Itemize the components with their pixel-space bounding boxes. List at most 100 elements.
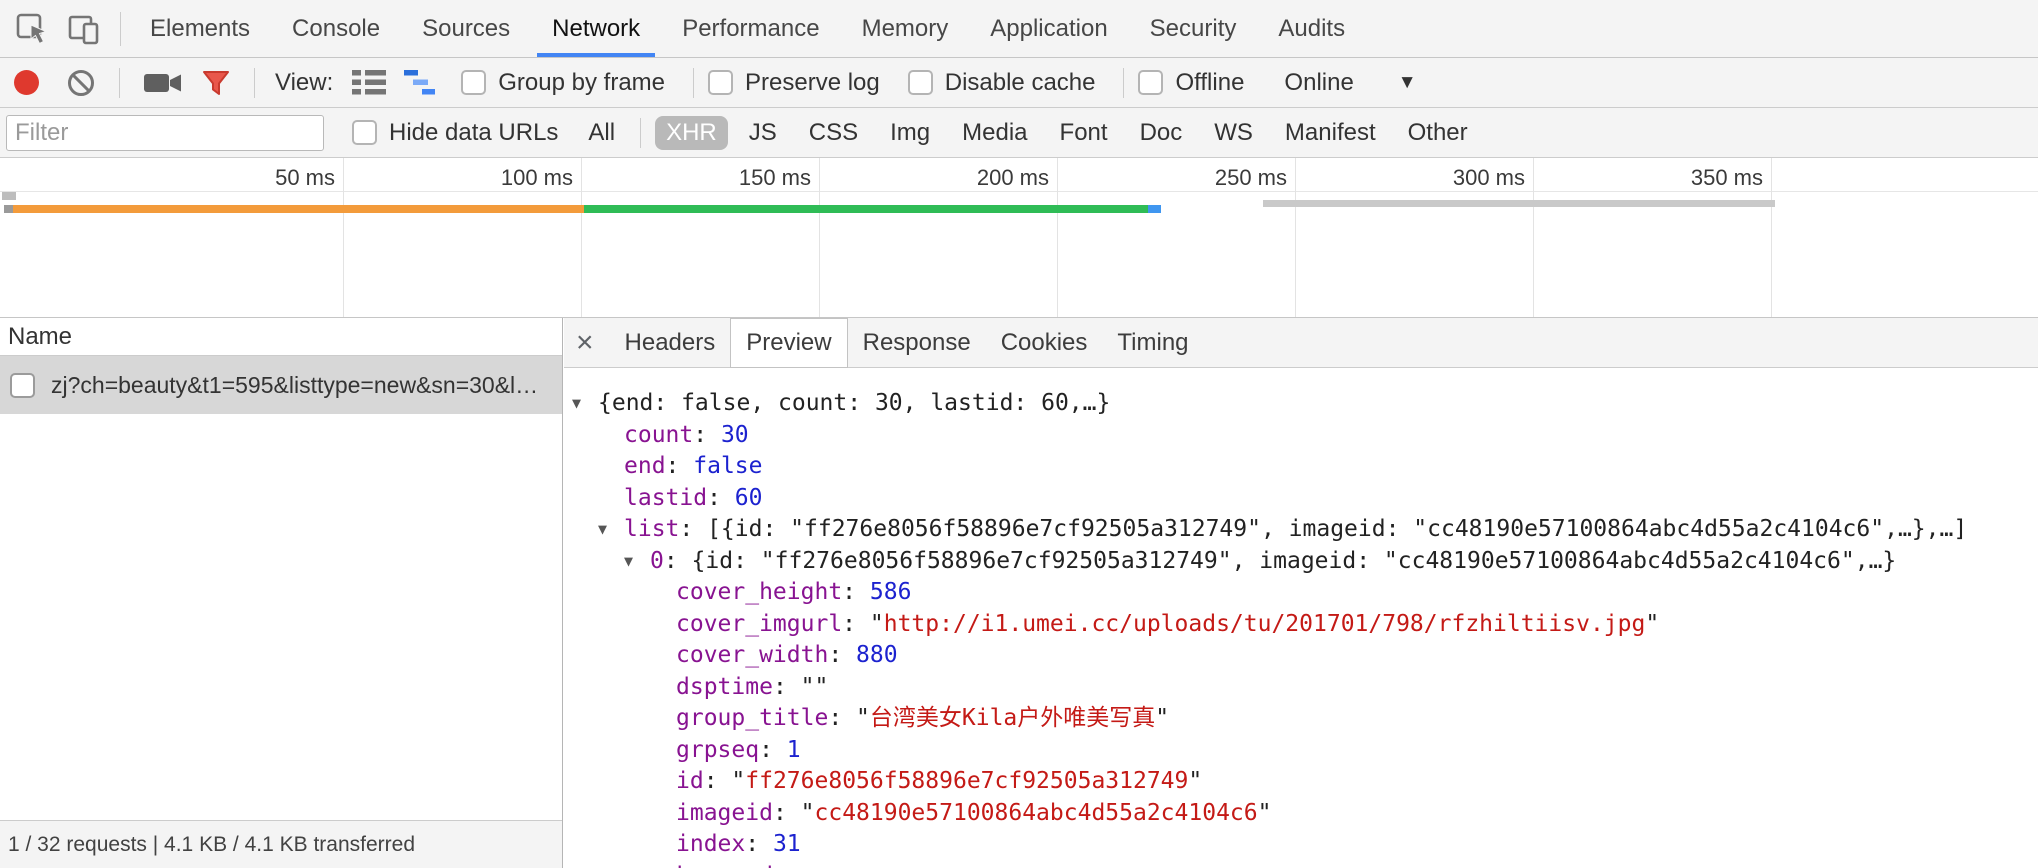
- detail-tab-preview[interactable]: Preview: [730, 318, 847, 368]
- timeline-gridline: [343, 158, 344, 317]
- preserve-log-checkbox[interactable]: [708, 70, 733, 95]
- chevron-down-icon[interactable]: ▼: [1398, 72, 1417, 94]
- tab-memory[interactable]: Memory: [841, 0, 970, 57]
- json-quote: ": [1258, 800, 1272, 826]
- preserve-log-label: Preserve log: [745, 69, 880, 97]
- end-tip-blue: [1148, 205, 1161, 213]
- json-number: 880: [856, 642, 898, 668]
- network-overview[interactable]: 50 ms100 ms150 ms200 ms250 ms300 ms350 m…: [0, 158, 2038, 318]
- filter-type-font[interactable]: Font: [1049, 116, 1119, 150]
- preview-line: imageid: "cc48190e57100864abc4d55a2c4104…: [564, 798, 2038, 830]
- preview-line: cover_width: 880: [564, 640, 2038, 672]
- large-rows-view-icon[interactable]: [352, 69, 386, 96]
- disclosure-triangle-icon[interactable]: ▼: [624, 546, 650, 578]
- request-name: zj?ch=beauty&t1=595&listtype=new&sn=30&l…: [51, 372, 538, 399]
- json-number: 30: [721, 422, 749, 448]
- name-column-header[interactable]: Name: [0, 318, 562, 356]
- json-key: grpseq: [676, 737, 759, 763]
- json-key: list: [624, 516, 679, 542]
- timeline-gridline: [1057, 158, 1058, 317]
- toolbar-separator: [254, 68, 255, 98]
- tab-elements[interactable]: Elements: [129, 0, 271, 57]
- timeline-gridline: [581, 158, 582, 317]
- json-plain: :: [842, 611, 870, 637]
- later-request-bar-gray: [1263, 200, 1775, 207]
- json-number: 60: [735, 485, 763, 511]
- json-quote: ": [1645, 611, 1659, 637]
- json-quote: ": [1188, 768, 1202, 794]
- json-plain: :: [828, 705, 856, 731]
- devtools-window: ElementsConsoleSourcesNetworkPerformance…: [0, 0, 2038, 868]
- request-row-checkbox[interactable]: [10, 373, 35, 398]
- json-key: id: [676, 768, 704, 794]
- preview-line: lastid: 60: [564, 483, 2038, 515]
- json-key: lastid: [624, 485, 707, 511]
- preview-line: cover_height: 586: [564, 577, 2038, 609]
- filter-type-all[interactable]: All: [577, 116, 626, 150]
- filter-bar: Hide data URLs All XHR JS CSS Img Media Font Do…: [0, 108, 2038, 158]
- tabbar-left-icons: [0, 11, 129, 47]
- device-toolbar-icon[interactable]: [66, 11, 102, 47]
- json-key: cover_height: [676, 579, 842, 605]
- detail-tab-cookies[interactable]: Cookies: [986, 318, 1103, 368]
- disclosure-triangle-icon[interactable]: ▼: [598, 514, 624, 546]
- timeline-tick-label: 300 ms: [1375, 165, 1525, 191]
- inspect-element-icon[interactable]: [14, 11, 50, 47]
- filter-type-media[interactable]: Media: [951, 116, 1038, 150]
- json-key: cover_width: [676, 642, 828, 668]
- filter-type-js[interactable]: JS: [738, 116, 788, 150]
- preview-line: count: 30: [564, 420, 2038, 452]
- request-detail-pane: × HeadersPreviewResponseCookiesTiming ▼{…: [564, 318, 2038, 868]
- json-plain: :: [842, 579, 870, 605]
- disclosure-triangle-icon[interactable]: ▼: [572, 388, 598, 420]
- tab-console[interactable]: Console: [271, 0, 401, 57]
- filter-type-ws[interactable]: WS: [1203, 116, 1264, 150]
- capture-screenshots-icon[interactable]: [143, 69, 183, 97]
- tab-performance[interactable]: Performance: [661, 0, 840, 57]
- record-button[interactable]: [14, 70, 39, 95]
- tab-sources[interactable]: Sources: [401, 0, 531, 57]
- close-icon[interactable]: ×: [576, 328, 594, 358]
- json-quote: ": [856, 705, 870, 731]
- hide-data-urls-checkbox[interactable]: [352, 120, 377, 145]
- tab-application[interactable]: Application: [969, 0, 1128, 57]
- overview-waterfall-view-icon[interactable]: [404, 69, 438, 96]
- filter-type-xhr[interactable]: XHR: [655, 116, 728, 150]
- json-plain: :: [828, 642, 856, 668]
- detail-tab-response[interactable]: Response: [848, 318, 986, 368]
- clear-button[interactable]: [66, 68, 96, 98]
- group-by-frame-checkbox[interactable]: [461, 70, 486, 95]
- main-tabbar: ElementsConsoleSourcesNetworkPerformance…: [0, 0, 2038, 58]
- filter-funnel-icon[interactable]: [201, 68, 231, 98]
- throttling-select-value[interactable]: Online: [1284, 69, 1353, 97]
- filter-type-manifest[interactable]: Manifest: [1274, 116, 1387, 150]
- json-plain: :: [704, 768, 732, 794]
- filter-type-img[interactable]: Img: [879, 116, 941, 150]
- preview-line: keywords:: [564, 861, 2038, 868]
- filter-input[interactable]: [6, 115, 324, 151]
- disable-cache-checkbox[interactable]: [908, 70, 933, 95]
- json-quote: ": [801, 800, 815, 826]
- hide-data-urls-label: Hide data URLs: [389, 119, 558, 147]
- filter-type-separator: [640, 118, 641, 148]
- timeline-tick-label: 350 ms: [1613, 165, 1763, 191]
- offline-checkbox[interactable]: [1138, 70, 1163, 95]
- detail-tabbar: × HeadersPreviewResponseCookiesTiming: [564, 318, 2038, 368]
- preview-line: cover_imgurl: "http://i1.umei.cc/uploads…: [564, 609, 2038, 641]
- detail-tab-timing[interactable]: Timing: [1102, 318, 1203, 368]
- tab-network[interactable]: Network: [531, 0, 661, 57]
- json-key: group_title: [676, 705, 828, 731]
- filter-type-other[interactable]: Other: [1397, 116, 1479, 150]
- request-row[interactable]: zj?ch=beauty&t1=595&listtype=new&sn=30&l…: [0, 356, 562, 414]
- tab-audits[interactable]: Audits: [1257, 0, 1366, 57]
- filter-type-css[interactable]: CSS: [798, 116, 869, 150]
- preview-line: index: 31: [564, 829, 2038, 861]
- filter-type-doc[interactable]: Doc: [1129, 116, 1194, 150]
- json-key: imageid: [676, 800, 773, 826]
- json-plain: :: [773, 674, 801, 700]
- json-plain: :: [787, 863, 815, 868]
- json-quote: ": [870, 611, 884, 637]
- json-quote: "": [801, 674, 829, 700]
- detail-tab-headers[interactable]: Headers: [610, 318, 731, 368]
- tab-security[interactable]: Security: [1129, 0, 1258, 57]
